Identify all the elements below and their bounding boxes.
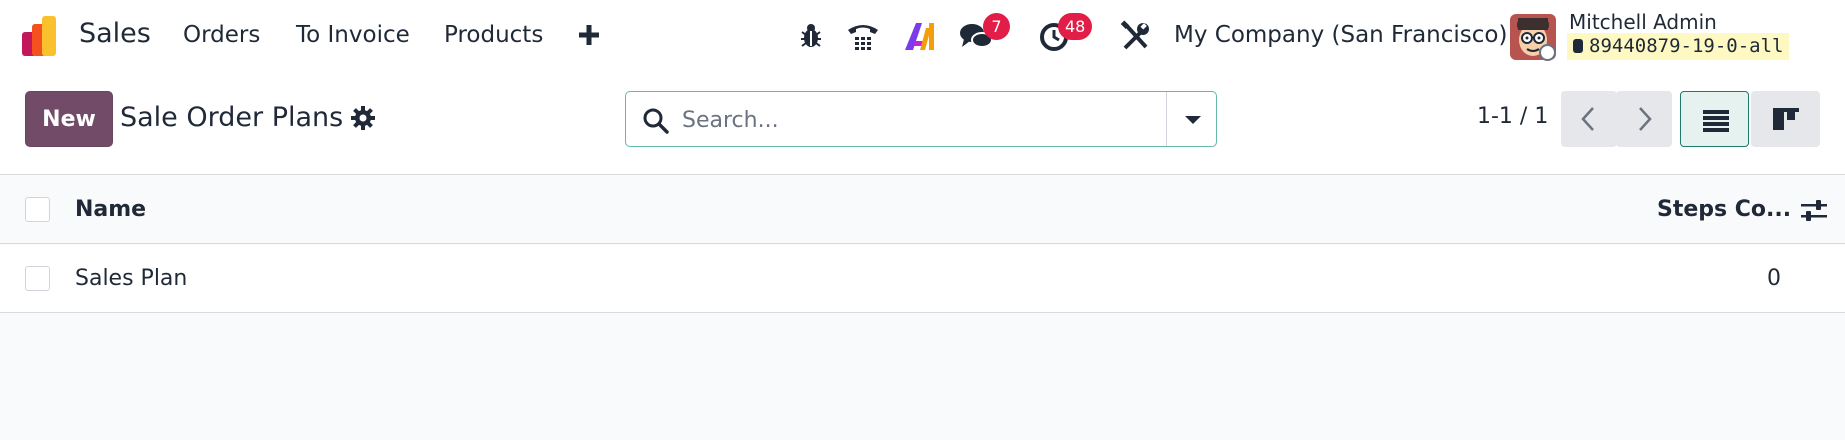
table-row[interactable]: Sales Plan 0: [0, 245, 1845, 313]
new-button[interactable]: New: [25, 91, 113, 147]
bug-icon[interactable]: [793, 18, 829, 54]
cell-name: Sales Plan: [75, 266, 188, 291]
list-icon: [1703, 110, 1729, 132]
search-icon: [643, 108, 669, 134]
app-name[interactable]: Sales: [79, 18, 151, 49]
plus-icon[interactable]: [578, 24, 600, 46]
search-input[interactable]: [682, 102, 1202, 138]
menu-products[interactable]: Products: [444, 22, 543, 48]
page-title: Sale Order Plans: [120, 102, 344, 133]
user-name[interactable]: Mitchell Admin: [1569, 10, 1717, 34]
optional-columns-icon[interactable]: [1801, 199, 1827, 223]
status-indicator: [1539, 44, 1556, 61]
list-header: Name Steps Co...: [0, 176, 1845, 244]
menu-to-invoice[interactable]: To Invoice: [296, 22, 410, 48]
chevron-left-icon: [1581, 107, 1594, 131]
menu-orders[interactable]: Orders: [183, 22, 260, 48]
company-switcher[interactable]: My Company (San Francisco): [1174, 22, 1507, 48]
column-header-name[interactable]: Name: [75, 197, 146, 222]
activities-badge: 48: [1058, 13, 1093, 40]
ai-icon[interactable]: [902, 18, 938, 54]
row-checkbox[interactable]: [25, 266, 50, 291]
control-panel: New Sale Order Plans 1-1 / 1: [0, 72, 1845, 175]
chevron-right-icon: [1639, 107, 1652, 131]
select-all-checkbox[interactable]: [25, 197, 50, 222]
cell-steps: 0: [1767, 266, 1781, 291]
pager-previous-button[interactable]: [1561, 91, 1617, 147]
search-bar: [625, 91, 1217, 147]
database-name: 89440879-19-0-all: [1589, 35, 1784, 57]
kanban-view-button[interactable]: [1751, 91, 1820, 147]
search-options-toggle[interactable]: [1166, 92, 1216, 146]
messages-badge: 7: [983, 13, 1010, 40]
wrench-screwdriver-icon[interactable]: [1118, 18, 1154, 54]
caret-down-icon: [1185, 116, 1201, 124]
gear-icon[interactable]: [351, 106, 375, 130]
pager-value[interactable]: 1-1 / 1: [1477, 104, 1548, 129]
phone-icon[interactable]: [845, 18, 881, 54]
pager-next-button[interactable]: [1616, 91, 1672, 147]
column-header-steps[interactable]: Steps Co...: [1657, 197, 1791, 222]
list-view-button[interactable]: [1680, 91, 1749, 147]
sales-app-logo[interactable]: [22, 16, 64, 56]
top-navbar: Sales Orders To Invoice Products 7 48 My…: [0, 0, 1845, 72]
database-chip: 89440879-19-0-all: [1567, 33, 1790, 60]
kanban-icon: [1773, 108, 1799, 130]
database-icon: [1573, 39, 1583, 53]
